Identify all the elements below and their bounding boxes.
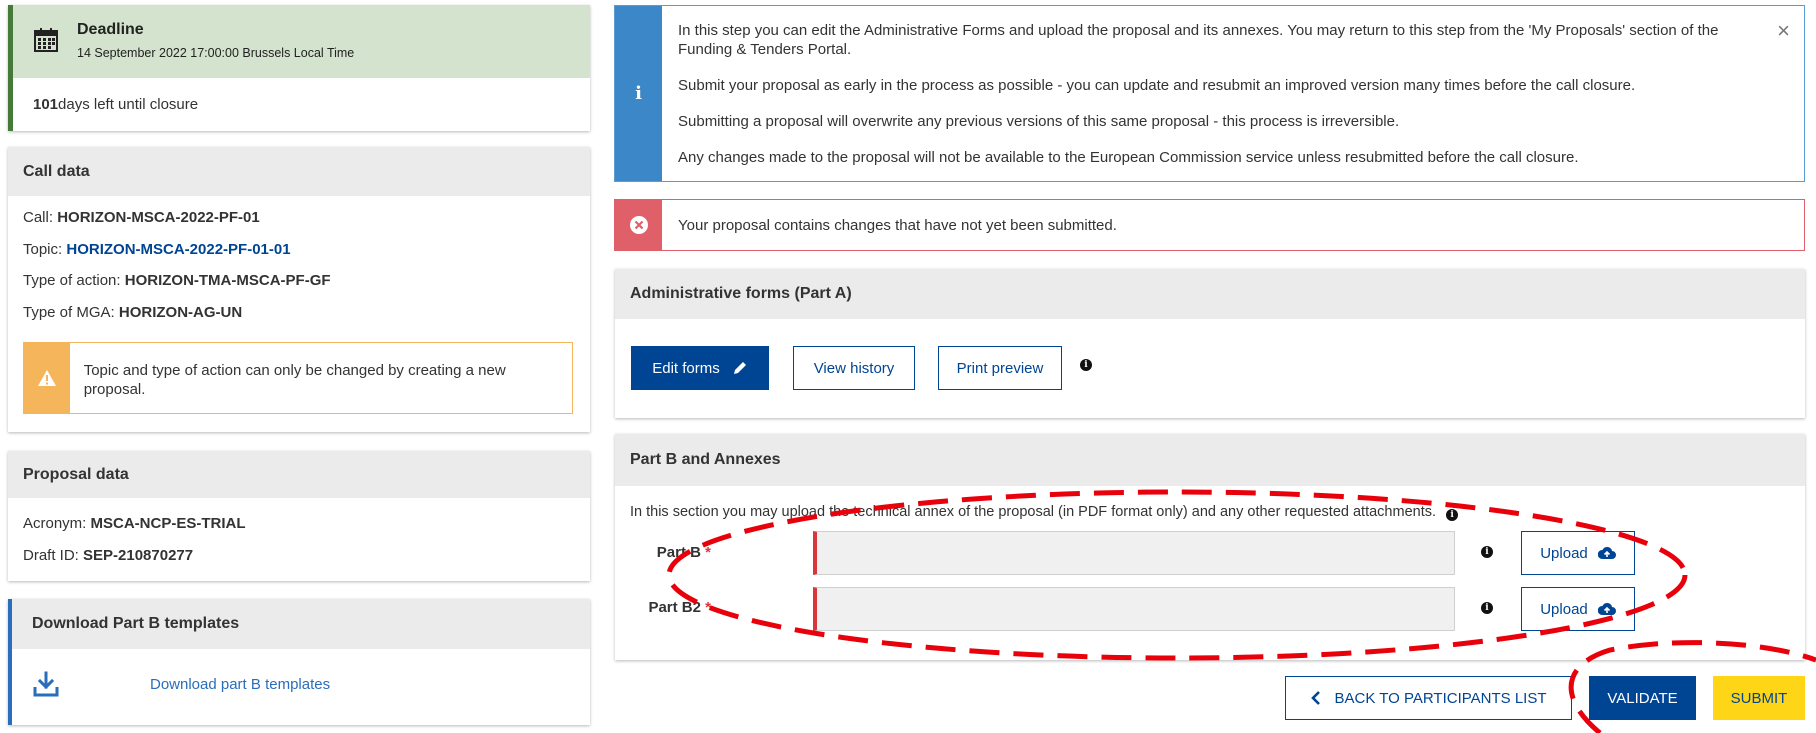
- chevron-left-icon: [1310, 691, 1320, 705]
- back-label: BACK TO PARTICIPANTS LIST: [1334, 689, 1547, 707]
- calendar-icon: [34, 28, 58, 52]
- info-message: i In this step you can edit the Administ…: [614, 5, 1805, 182]
- mga-row: Type of MGA: HORIZON-AG-UN: [23, 304, 242, 321]
- view-history-button[interactable]: View history: [793, 346, 915, 390]
- validate-button[interactable]: VALIDATE: [1589, 676, 1696, 720]
- info-paragraph: Submit your proposal as early in the pro…: [678, 77, 1636, 94]
- warning-message: Topic and type of action can only be cha…: [23, 342, 573, 414]
- required-marker: *: [705, 599, 711, 616]
- error-x-icon: [615, 200, 662, 250]
- acronym-label: Acronym:: [23, 515, 91, 532]
- info-icon[interactable]: i: [1080, 359, 1092, 371]
- info-paragraph: Any changes made to the proposal will no…: [678, 149, 1579, 166]
- proposal-data-heading: Proposal data: [8, 451, 590, 498]
- draft-id-value: SEP-210870277: [83, 547, 194, 564]
- call-data-heading: Call data: [8, 147, 590, 196]
- download-icon[interactable]: [32, 670, 60, 698]
- days-left-text: days left until closure: [58, 96, 199, 113]
- info-icon[interactable]: i: [1446, 509, 1459, 521]
- download-templates-link[interactable]: Download part B templates: [150, 676, 330, 693]
- print-preview-button[interactable]: Print preview: [938, 346, 1062, 390]
- upload-label: Upload: [1540, 544, 1588, 562]
- call-label: Call:: [23, 209, 58, 226]
- deadline-title: Deadline: [77, 21, 144, 38]
- acronym-row: Acronym: MSCA-NCP-ES-TRIAL: [23, 515, 246, 532]
- call-value: HORIZON-MSCA-2022-PF-01: [57, 209, 260, 226]
- mga-label: Type of MGA:: [23, 304, 119, 321]
- proposal-data-card: Proposal data Acronym: MSCA-NCP-ES-TRIAL…: [8, 451, 590, 581]
- edit-forms-button[interactable]: Edit forms: [631, 346, 769, 390]
- action-label: Type of action:: [23, 272, 125, 289]
- action-row: Type of action: HORIZON-TMA-MSCA-PF-GF: [23, 272, 331, 289]
- mga-value: HORIZON-AG-UN: [118, 304, 243, 321]
- days-left: 101 days left until closure: [13, 78, 590, 131]
- warning-text: Topic and type of action can only be cha…: [83, 362, 506, 398]
- templates-row: Download part B templates: [32, 667, 590, 701]
- part-b-file-field[interactable]: [813, 531, 1455, 575]
- topic-row: Topic: HORIZON-MSCA-2022-PF-01-01: [23, 241, 291, 258]
- part-b-description-text: In this section you may upload the techn…: [630, 504, 1437, 520]
- draft-id-label: Draft ID:: [23, 547, 84, 564]
- action-value: HORIZON-TMA-MSCA-PF-GF: [124, 272, 331, 289]
- info-paragraph: In this step you can edit the Administra…: [678, 22, 1719, 58]
- submit-button[interactable]: SUBMIT: [1713, 676, 1805, 720]
- edit-forms-label: Edit forms: [652, 359, 720, 377]
- info-icon: i: [615, 6, 662, 181]
- upload-label: Upload: [1540, 600, 1588, 618]
- deadline-card: Deadline 14 September 2022 17:00:00 Brus…: [8, 5, 590, 131]
- topic-link[interactable]: HORIZON-MSCA-2022-PF-01-01: [66, 241, 290, 258]
- close-icon[interactable]: ×: [1777, 20, 1790, 42]
- required-marker: *: [705, 544, 711, 561]
- upload-part-b-button[interactable]: Upload: [1521, 531, 1635, 575]
- deadline-date: 14 September 2022 17:00:00 Brussels Loca…: [77, 46, 355, 60]
- templates-heading: Download Part B templates: [12, 599, 590, 649]
- topic-label: Topic:: [23, 241, 67, 258]
- part-b2-file-field[interactable]: [813, 587, 1455, 631]
- part-b-heading: Part B and Annexes: [615, 434, 1805, 486]
- part-b2-label: Part B2: [648, 599, 701, 616]
- call-data-card: Call data Call: HORIZON-MSCA-2022-PF-01 …: [8, 147, 590, 432]
- unsubmitted-changes-alert: Your proposal contains changes that have…: [614, 199, 1805, 251]
- cloud-upload-icon: [1597, 546, 1616, 559]
- part-b-label: Part B: [656, 544, 701, 561]
- error-text: Your proposal contains changes that have…: [678, 216, 1117, 234]
- days-left-count: 101: [33, 96, 59, 113]
- info-icon[interactable]: i: [1481, 602, 1493, 614]
- part-b-description: In this section you may upload the techn…: [630, 504, 1459, 521]
- templates-card: Download Part B templates Download part …: [8, 599, 590, 725]
- info-paragraph: Submitting a proposal will overwrite any…: [678, 113, 1400, 130]
- warning-triangle-icon: [24, 343, 70, 413]
- draft-id-row: Draft ID: SEP-210870277: [23, 547, 193, 564]
- info-icon[interactable]: i: [1481, 546, 1493, 558]
- acronym-value: MSCA-NCP-ES-TRIAL: [90, 515, 246, 532]
- back-to-participants-button[interactable]: BACK TO PARTICIPANTS LIST: [1285, 676, 1572, 720]
- part-b-card: Part B and Annexes In this section you m…: [615, 434, 1805, 660]
- admin-forms-heading: Administrative forms (Part A): [615, 269, 1805, 319]
- pencil-icon: [733, 362, 746, 374]
- part-b2-row-label: Part B2 *: [611, 599, 711, 616]
- part-b-row-label: Part B *: [611, 544, 711, 561]
- upload-part-b2-button[interactable]: Upload: [1521, 587, 1635, 631]
- admin-forms-card: Administrative forms (Part A) Edit forms…: [615, 269, 1805, 418]
- cloud-upload-icon: [1597, 602, 1616, 615]
- call-row: Call: HORIZON-MSCA-2022-PF-01: [23, 209, 260, 226]
- info-text: In this step you can edit the Administra…: [662, 6, 1804, 181]
- deadline-header: Deadline 14 September 2022 17:00:00 Brus…: [13, 5, 590, 78]
